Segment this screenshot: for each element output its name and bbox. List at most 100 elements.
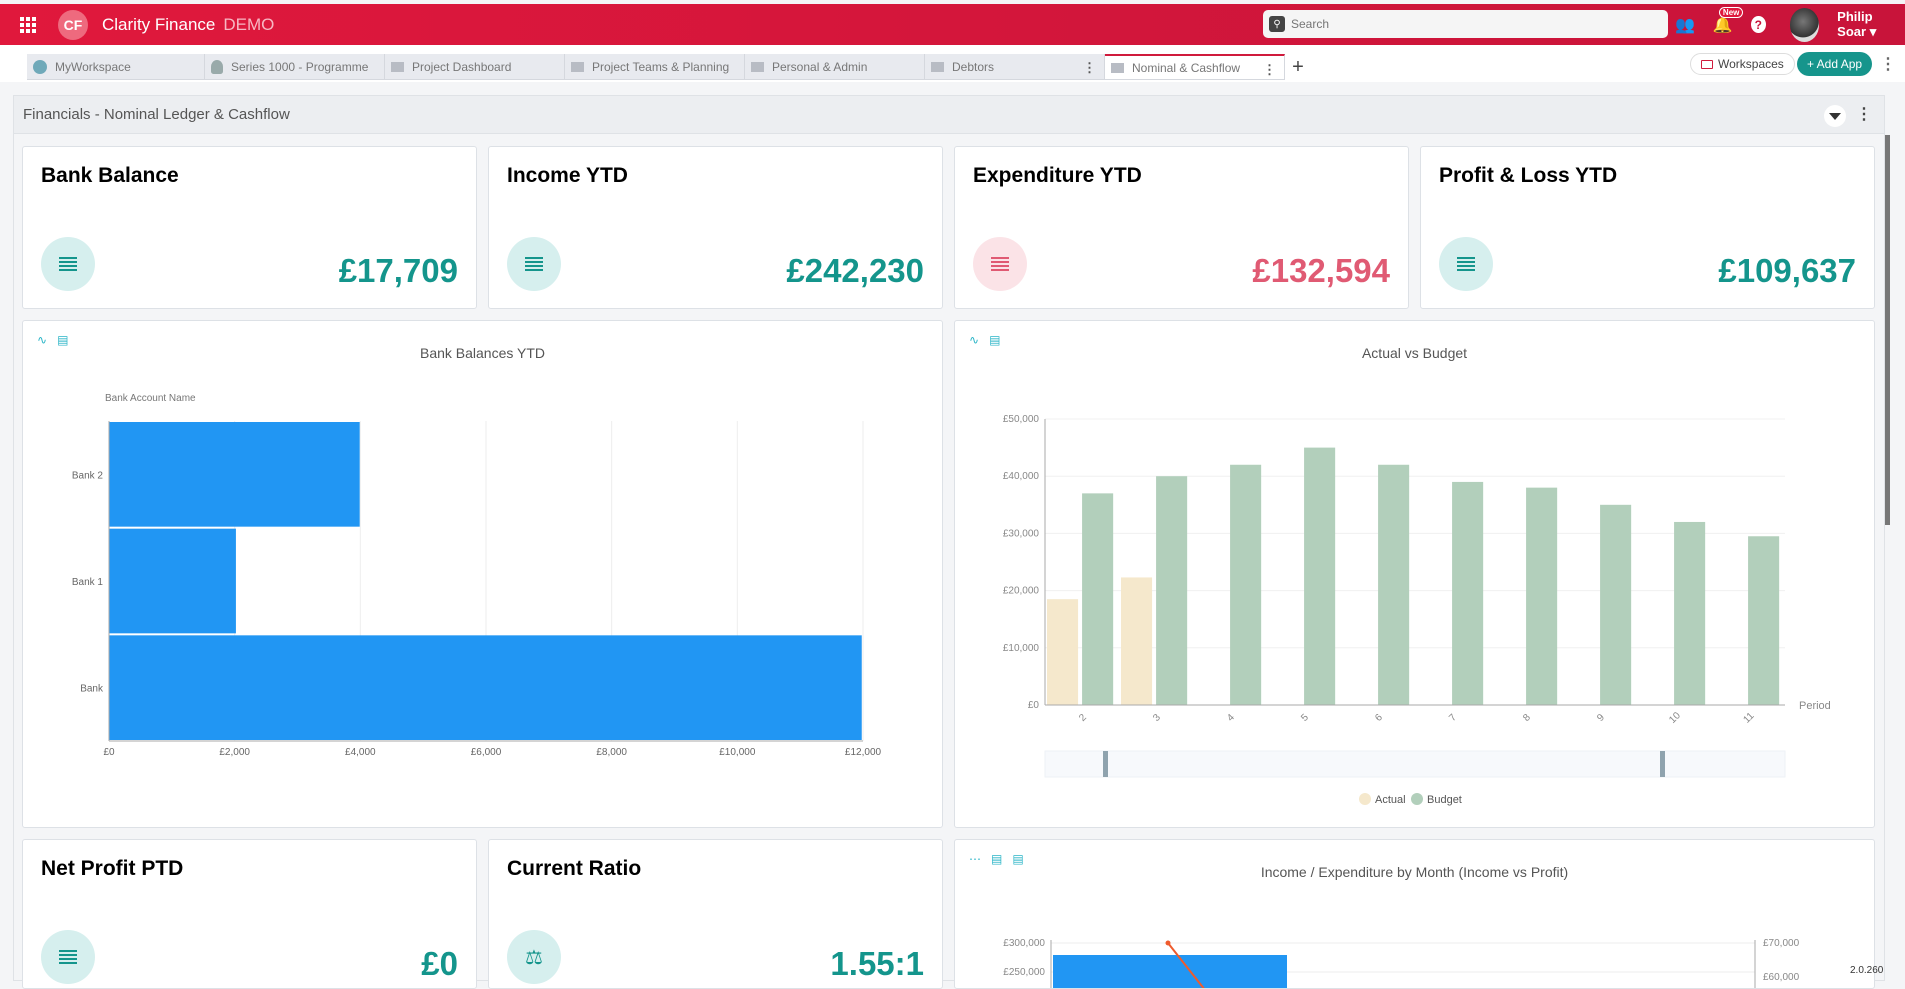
tab-nominal-cashflow[interactable]: Nominal & Cashflow ⋮ — [1105, 54, 1285, 80]
tab-label: Personal & Admin — [772, 59, 868, 74]
list-icon — [507, 237, 561, 291]
category-label: 10 — [1667, 710, 1683, 726]
category-label: 5 — [1299, 712, 1311, 724]
tick-label: £0 — [103, 747, 115, 758]
search-box[interactable]: ⚲ — [1263, 10, 1668, 38]
category-label: 8 — [1521, 712, 1533, 724]
list-icon — [41, 930, 95, 984]
income-expenditure-chart-card: ⋯ ▤ ▤ Income / Expenditure by Month (Incom… — [954, 839, 1875, 989]
tab-label: Debtors — [952, 59, 995, 74]
avatar[interactable] — [1789, 7, 1820, 42]
kpi-card-income-ytd[interactable]: Income YTD £242,230 — [488, 146, 943, 309]
income-expenditure-chart: £250,000 £300,000 £60,000 £70,000 — [1003, 938, 1800, 988]
app-logo: CF — [58, 9, 88, 40]
bar-budget — [1304, 447, 1336, 705]
bar-budget — [1674, 521, 1706, 705]
tick-label: £6,000 — [471, 747, 502, 758]
kpi-title: Current Ratio — [507, 857, 642, 880]
bar-budget — [1452, 481, 1484, 705]
folder-icon — [751, 61, 764, 72]
kpi-card-expenditure-ytd[interactable]: Expenditure YTD £132,594 — [954, 146, 1409, 309]
range-slider — [1044, 750, 1786, 778]
tick-label: £300,000 — [1003, 938, 1045, 949]
add-tab-button[interactable]: + — [1285, 54, 1311, 80]
actual-vs-budget-chart: £0 £10,000 £20,000 £30,000 £40,000 £50,000 2 3 4… — [1003, 414, 1831, 806]
bar-budget — [1082, 493, 1114, 705]
kpi-card-profit-loss-ytd[interactable]: Profit & Loss YTD £109,637 — [1420, 146, 1875, 309]
tab-menu-icon[interactable]: ⋮ — [1083, 60, 1096, 76]
tab-series-1000[interactable]: Series 1000 - Programme — [205, 54, 385, 80]
kpi-card-current-ratio[interactable]: Current Ratio ⚖ 1.55:1 — [488, 839, 943, 989]
kpi-value: £132,594 — [1252, 252, 1390, 289]
tick-label: £20,000 — [1003, 586, 1040, 597]
tab-project-teams[interactable]: Project Teams & Planning — [565, 54, 745, 80]
category-label: 6 — [1373, 712, 1385, 724]
category-label: 2 — [1077, 712, 1089, 724]
panel-menu-icon[interactable]: ⋮ — [1856, 104, 1872, 124]
category-label: Bank 2 — [72, 470, 104, 481]
bar-budget — [1230, 464, 1262, 705]
folder-icon — [571, 61, 584, 72]
bar — [109, 422, 360, 527]
kpi-title: Income YTD — [507, 164, 628, 187]
tick-label: £30,000 — [1003, 528, 1040, 539]
kpi-value: £0 — [421, 945, 458, 982]
category-label: 9 — [1595, 712, 1607, 724]
kpi-title: Expenditure YTD — [973, 164, 1142, 187]
category-label: 7 — [1447, 712, 1459, 724]
tab-project-dashboard[interactable]: Project Dashboard — [385, 54, 565, 80]
workspaces-button[interactable]: Workspaces — [1690, 53, 1795, 75]
kpi-title: Net Profit PTD — [41, 857, 184, 880]
bar-budget — [1378, 464, 1410, 705]
kpi-value: £242,230 — [786, 252, 924, 289]
workspace-icon — [33, 59, 47, 74]
tab-personal-admin[interactable]: Personal & Admin — [745, 54, 925, 80]
category-label: Bank 1 — [72, 577, 104, 588]
category-label: 3 — [1151, 712, 1163, 724]
kpi-card-bank-balance[interactable]: Bank Balance £17,709 — [22, 146, 477, 309]
tab-label: Nominal & Cashflow — [1132, 60, 1241, 75]
panel-header: Financials - Nominal Ledger & Cashflow — [14, 96, 1884, 134]
folder-icon — [391, 61, 404, 72]
add-app-button[interactable]: + Add App — [1797, 52, 1873, 76]
slider-handle-right — [1660, 751, 1665, 777]
user-menu[interactable]: Philip Soar ▾ — [1837, 9, 1905, 40]
notifications-icon[interactable]: 🔔 New — [1713, 6, 1744, 35]
bar-actual — [1121, 577, 1153, 705]
top-bar: CF Clarity Finance DEMO ⚲ 👥 🔔New ? Phili… — [0, 4, 1905, 45]
folder-icon — [931, 61, 944, 72]
filter-button[interactable] — [1824, 105, 1846, 127]
list-icon — [1439, 237, 1493, 291]
kpi-card-net-profit-ptd[interactable]: Net Profit PTD £0 — [22, 839, 477, 989]
workspace-tab-bar: MyWorkspace Series 1000 - Programme Proj… — [0, 45, 1905, 82]
help-icon[interactable]: ? — [1750, 16, 1766, 33]
more-icon[interactable]: ⋮ — [1880, 54, 1896, 74]
category-label: 4 — [1225, 712, 1237, 724]
tab-menu-icon[interactable]: ⋮ — [1263, 62, 1276, 78]
env-label: DEMO — [223, 14, 275, 34]
bar-budget — [1156, 476, 1188, 705]
tab-debtors[interactable]: Debtors ⋮ — [925, 54, 1105, 80]
person-icon — [211, 59, 223, 74]
search-input[interactable] — [1291, 17, 1651, 31]
axis-label: Bank Account Name — [105, 393, 196, 404]
legend-marker — [1411, 793, 1423, 805]
category-label: 11 — [1741, 710, 1756, 725]
bar-actual — [1047, 599, 1079, 705]
axis-label: Period — [1799, 700, 1831, 712]
tab-myworkspace[interactable]: MyWorkspace — [27, 54, 205, 80]
app-grid-icon[interactable] — [20, 16, 36, 33]
kpi-value: 1.55:1 — [830, 945, 924, 982]
users-icon[interactable]: 👥 — [1675, 15, 1695, 35]
profit-point — [1165, 940, 1171, 946]
tick-label: £12,000 — [845, 747, 882, 758]
tick-label: £60,000 — [1763, 972, 1800, 983]
list-icon — [41, 237, 95, 291]
bank-balances-chart-card: ∿ ▤ Bank Balances YTD Bank Account Name £0… — [22, 320, 943, 828]
tick-label: £10,000 — [719, 747, 756, 758]
tab-label: Project Teams & Planning — [592, 59, 730, 74]
tick-label: £2,000 — [219, 747, 250, 758]
scrollbar[interactable] — [1885, 135, 1890, 525]
bar — [109, 635, 862, 740]
tab-label: MyWorkspace — [55, 59, 131, 74]
